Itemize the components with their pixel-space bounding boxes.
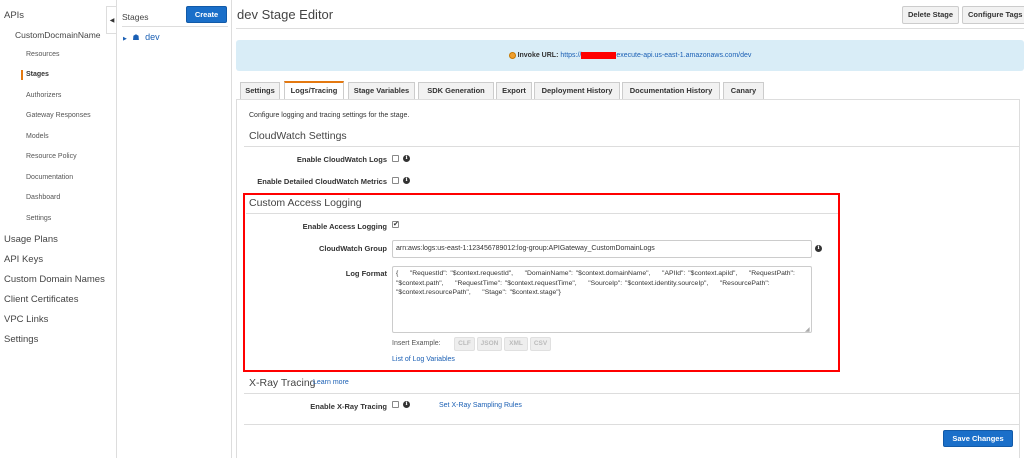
nav-api-keys[interactable]: API Keys — [4, 254, 43, 265]
detailed-metrics-checkbox[interactable] — [392, 177, 399, 184]
divider — [244, 424, 1020, 425]
delete-stage-button[interactable]: Delete Stage — [902, 6, 959, 24]
tab-export[interactable]: Export — [496, 82, 532, 99]
tab-logs-tracing[interactable]: Logs/Tracing — [284, 81, 344, 99]
xray-heading: X-Ray Tracing — [249, 377, 316, 389]
stages-panel: Stages Create ▶ ☗ dev — [116, 0, 232, 458]
nav-gateway-responses[interactable]: Gateway Responses — [26, 112, 91, 119]
stage-label: dev — [145, 32, 160, 42]
info-icon[interactable]: i — [403, 155, 410, 162]
stage-icon: ☗ — [132, 33, 140, 42]
create-stage-button[interactable]: Create — [186, 6, 227, 23]
nav-api-name[interactable]: CustomDocmainName — [15, 30, 101, 40]
log-variables-link[interactable]: List of Log Variables — [392, 356, 455, 363]
insert-example-label: Insert Example: — [392, 340, 441, 347]
detailed-metrics-label: Enable Detailed CloudWatch Metrics — [257, 177, 387, 186]
xray-checkbox[interactable] — [392, 401, 399, 408]
expand-icon[interactable]: ▶ — [123, 36, 127, 42]
tab-canary[interactable]: Canary — [723, 82, 764, 99]
tab-settings[interactable]: Settings — [240, 82, 280, 99]
page-title: dev Stage Editor — [237, 7, 334, 22]
redacted-mark — [581, 51, 617, 59]
nav-client-certificates[interactable]: Client Certificates — [4, 294, 78, 305]
info-icon[interactable]: i — [815, 245, 822, 252]
learn-more-link[interactable]: Learn more — [313, 379, 349, 386]
access-logging-checkbox[interactable]: ✔ — [392, 221, 399, 228]
stages-title: Stages — [122, 12, 149, 22]
info-icon[interactable]: i — [403, 401, 410, 408]
nav-authorizers[interactable]: Authorizers — [26, 92, 61, 99]
invoke-url-label: Invoke URL: — [517, 52, 559, 59]
nav-usage-plans[interactable]: Usage Plans — [4, 234, 58, 245]
tab-deployment-history[interactable]: Deployment History — [534, 82, 620, 99]
active-indicator — [21, 70, 23, 80]
example-csv-button[interactable]: CSV — [530, 337, 551, 351]
cloudwatch-logs-label: Enable CloudWatch Logs — [296, 155, 387, 164]
left-nav: APIs CustomDocmainName Resources Stages … — [0, 0, 106, 458]
log-format-label: Log Format — [345, 269, 387, 278]
tab-stage-variables[interactable]: Stage Variables — [348, 82, 415, 99]
nav-vpc-links[interactable]: VPC Links — [4, 314, 48, 325]
tab-sdk-generation[interactable]: SDK Generation — [418, 82, 494, 99]
info-icon[interactable]: i — [403, 177, 410, 184]
nav-api-settings[interactable]: Settings — [26, 215, 51, 222]
divider — [246, 213, 838, 214]
divider — [244, 146, 1020, 147]
access-logging-label: Enable Access Logging — [302, 222, 387, 231]
cloudwatch-group-label: CloudWatch Group — [318, 244, 387, 253]
nav-models[interactable]: Models — [26, 133, 49, 140]
cloudwatch-settings-heading: CloudWatch Settings — [249, 130, 347, 142]
tab-documentation-history[interactable]: Documentation History — [622, 82, 720, 99]
example-clf-button[interactable]: CLF — [454, 337, 475, 351]
nav-apis[interactable]: APIs — [4, 10, 24, 21]
nav-documentation[interactable]: Documentation — [26, 174, 73, 181]
divider — [122, 26, 228, 27]
example-json-button[interactable]: JSON — [477, 337, 502, 351]
log-format-textarea[interactable]: { "RequestId": "$context.requestId", "Do… — [392, 266, 812, 333]
sampling-rules-link[interactable]: Set X-Ray Sampling Rules — [439, 402, 522, 409]
divider — [244, 393, 1020, 394]
save-changes-button[interactable]: Save Changes — [943, 430, 1013, 447]
configure-tags-button[interactable]: Configure Tags — [962, 6, 1024, 24]
nav-dashboard[interactable]: Dashboard — [26, 194, 60, 201]
resize-handle-icon[interactable]: ◢ — [805, 326, 810, 333]
nav-resources[interactable]: Resources — [26, 51, 59, 58]
example-xml-button[interactable]: XML — [504, 337, 528, 351]
intro-text: Configure logging and tracing settings f… — [249, 112, 410, 119]
nav-settings[interactable]: Settings — [4, 334, 38, 345]
custom-access-logging-heading: Custom Access Logging — [249, 197, 362, 209]
cloudwatch-logs-checkbox[interactable] — [392, 155, 399, 162]
nav-custom-domain-names[interactable]: Custom Domain Names — [4, 274, 105, 285]
info-icon — [508, 51, 516, 59]
invoke-url-link[interactable]: https://execute-api.us-east-1.amazonaws.… — [560, 51, 751, 59]
nav-resource-policy[interactable]: Resource Policy — [26, 153, 77, 160]
invoke-url-banner: Invoke URL: https://execute-api.us-east-… — [236, 40, 1024, 71]
nav-stages[interactable]: Stages — [26, 71, 49, 78]
stage-item-dev[interactable]: ▶ ☗ dev — [123, 32, 160, 42]
xray-label: Enable X-Ray Tracing — [310, 402, 387, 411]
cloudwatch-group-input[interactable]: arn:aws:logs:us-east-1:123456789012:log-… — [392, 240, 812, 258]
divider — [236, 28, 1024, 29]
